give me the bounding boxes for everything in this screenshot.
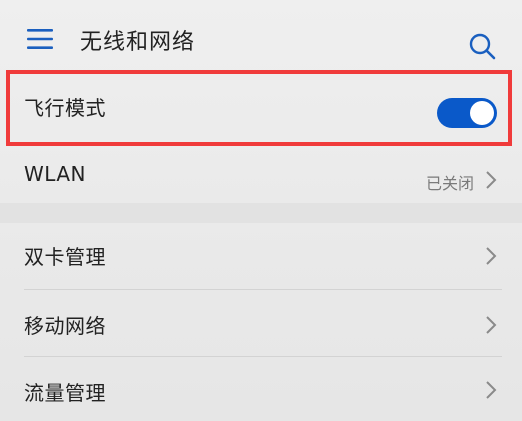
highlight-box xyxy=(6,70,512,146)
top-bar: 无线和网络 xyxy=(0,14,522,70)
chevron-right-icon xyxy=(486,171,497,189)
data-management-label: 流量管理 xyxy=(24,381,106,405)
mobile-network-row[interactable]: 移动网络 xyxy=(0,290,522,356)
chevron-right-icon xyxy=(486,247,497,265)
search-icon[interactable] xyxy=(468,32,496,60)
section-gap xyxy=(0,203,522,223)
dual-sim-label: 双卡管理 xyxy=(24,245,106,269)
chevron-right-icon xyxy=(486,381,497,399)
settings-screen: 无线和网络 飞行模式 WLAN 已关闭 双卡管理 移动网络 流量管理 xyxy=(0,0,522,421)
data-management-row[interactable]: 流量管理 xyxy=(0,357,522,421)
wlan-status: 已关闭 xyxy=(425,174,474,193)
chevron-right-icon xyxy=(486,316,497,334)
mobile-network-label: 移动网络 xyxy=(24,314,106,338)
dual-sim-row[interactable]: 双卡管理 xyxy=(0,223,522,289)
page-title: 无线和网络 xyxy=(80,30,196,55)
wlan-label: WLAN xyxy=(24,162,87,186)
hamburger-menu-icon[interactable] xyxy=(27,28,53,50)
wlan-row[interactable]: WLAN 已关闭 xyxy=(0,150,522,200)
